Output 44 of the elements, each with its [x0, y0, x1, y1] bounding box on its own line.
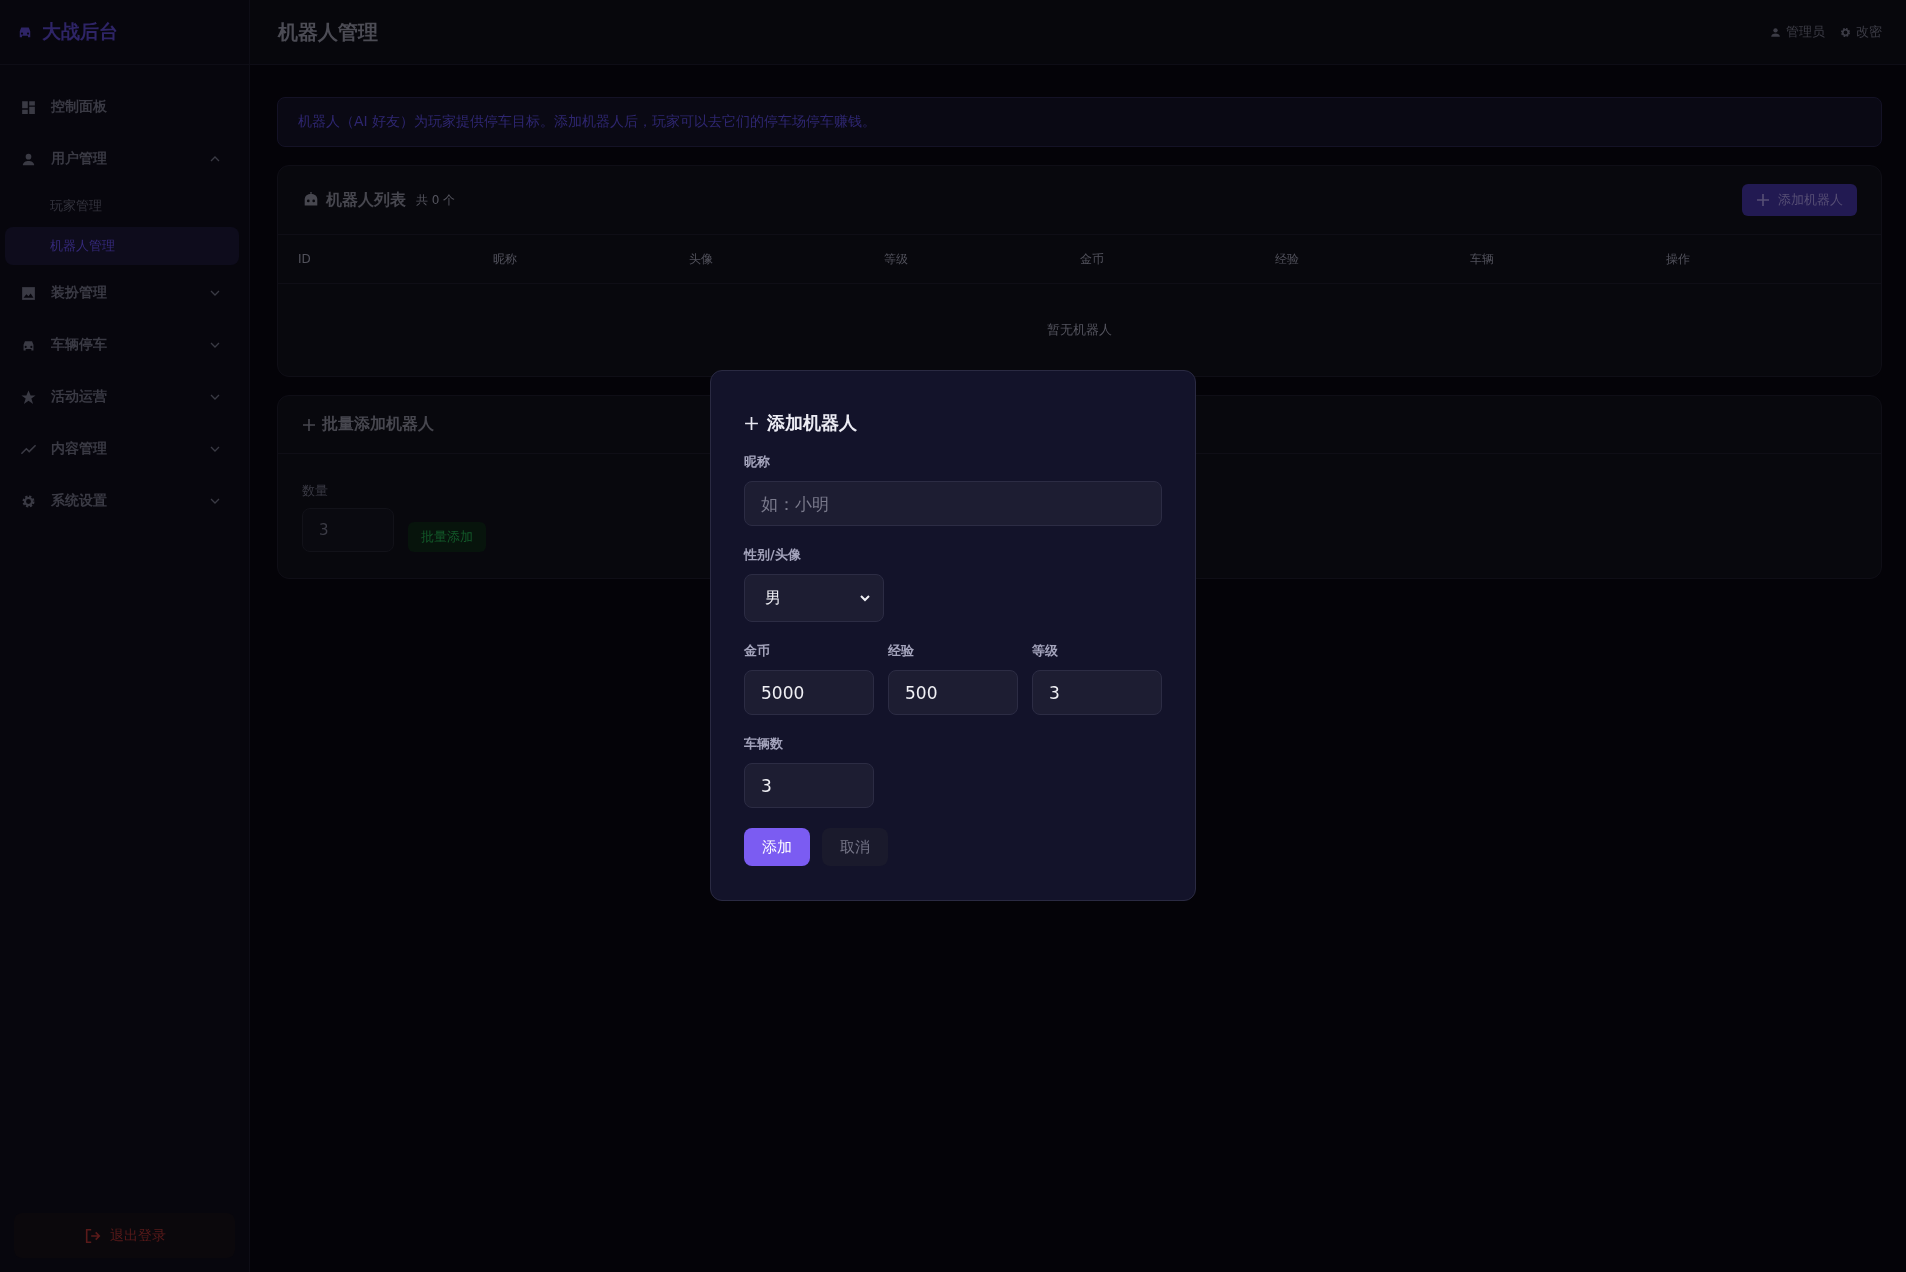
input-field[interactable]: 3 [744, 763, 874, 808]
column-header: 头像 [688, 250, 714, 268]
robot-count: 共 0 个 [416, 191, 457, 209]
user-icon [1769, 25, 1782, 39]
cancel-button[interactable]: 取消 [822, 828, 888, 866]
card-title: 机器人列表 [326, 189, 406, 211]
input-field[interactable]: 5000 [744, 670, 874, 715]
plus-icon [1756, 193, 1770, 207]
card-title: 批量添加机器人 [322, 414, 434, 435]
gender-select[interactable]: 男 [744, 574, 884, 622]
logout-icon [83, 1226, 102, 1245]
sidebar-subitem[interactable]: 机器人管理 [5, 227, 239, 265]
column-header: 车辆 [1470, 250, 1496, 268]
column-header: ID [298, 252, 312, 266]
image-icon [20, 284, 37, 302]
field-label: 车辆数 [744, 735, 784, 753]
app-logo: 大战后台 [42, 19, 118, 44]
input-field[interactable]: 500 [888, 670, 1018, 715]
star-icon [20, 388, 37, 406]
column-header: 等级 [884, 250, 910, 268]
input-field[interactable]: 3 [1032, 670, 1162, 715]
input-field[interactable]: 如：小明 [744, 481, 1162, 526]
chevron-icon [859, 592, 871, 604]
field-label: 金币 [744, 642, 771, 660]
page-title: 机器人管理 [278, 18, 379, 46]
batch-add-button[interactable]: 批量添加 [408, 522, 486, 552]
field-label: 等级 [1032, 642, 1059, 660]
info-notice: 机器人（AI 好友）为玩家提供停车目标。添加机器人后，玩家可以去它们的停车场停车赚钱。 [277, 97, 1882, 147]
column-header: 操作 [1665, 250, 1691, 268]
empty-message: 暂无机器人 [1047, 321, 1112, 339]
settings-icon [1839, 25, 1852, 39]
dashboard-icon [20, 98, 37, 116]
column-header: 昵称 [493, 250, 519, 268]
field-label: 性别/头像 [744, 546, 802, 564]
field-label: 昵称 [744, 453, 771, 471]
plus-icon [744, 415, 759, 431]
change-password-link[interactable]: 改密 [1839, 23, 1882, 41]
dialog-title: 添加机器人 [767, 411, 857, 435]
column-header: 金币 [1079, 250, 1105, 268]
column-header: 经验 [1274, 250, 1300, 268]
field-label: 经验 [888, 642, 915, 660]
plus-icon [302, 417, 316, 432]
logout-button[interactable]: 退出登录 [14, 1213, 235, 1258]
add-button[interactable]: 添加 [744, 828, 810, 866]
